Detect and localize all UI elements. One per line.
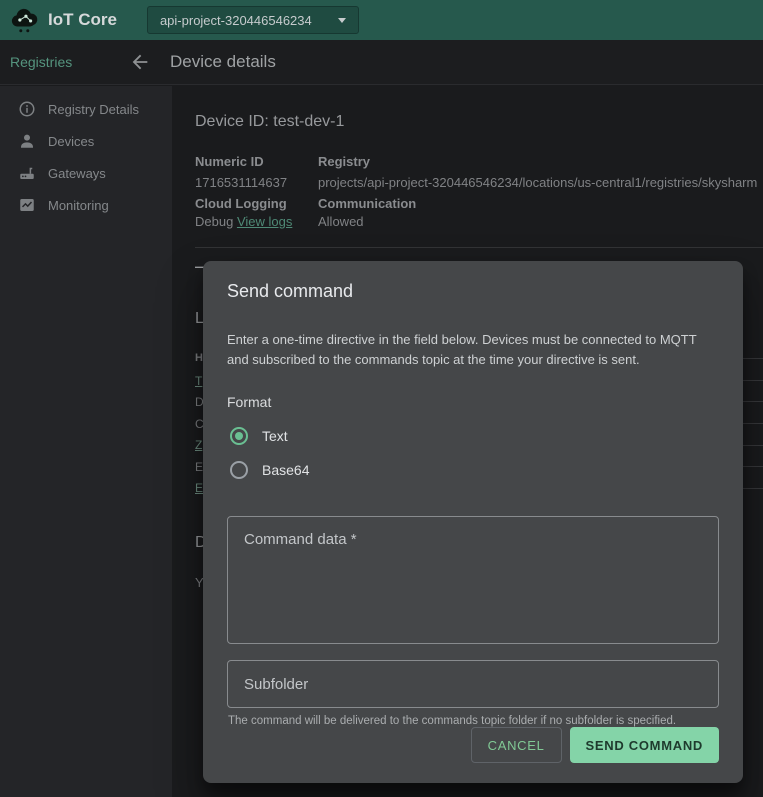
table-row-line (743, 445, 763, 446)
chart-icon (18, 196, 36, 214)
table-row-line (743, 488, 763, 489)
sidebar: Registry Details Devices Gateways Monito… (0, 86, 172, 797)
format-label: Format (227, 394, 719, 410)
table-row-fragment[interactable]: E (195, 481, 203, 495)
page-header: Registries Device details (0, 40, 763, 85)
app-title: IoT Core (48, 10, 117, 30)
topbar: IoT Core api-project-320446546234 (0, 0, 763, 40)
table-row-line (743, 401, 763, 402)
breadcrumb-registries[interactable]: Registries (10, 54, 114, 70)
back-arrow-icon (129, 51, 151, 73)
iot-core-logo-icon (8, 5, 42, 35)
chevron-down-icon (338, 18, 346, 23)
sidebar-item-label: Devices (48, 134, 94, 149)
field-value-numeric-id: 1716531114637 (195, 175, 287, 190)
info-icon (18, 100, 36, 118)
sidebar-item-gateways[interactable]: Gateways (0, 157, 172, 189)
project-selector-label: api-project-320446546234 (160, 13, 312, 28)
field-value-registry: projects/api-project-320446546234/locati… (318, 175, 763, 190)
radio-unselected-icon[interactable] (230, 461, 248, 479)
sidebar-item-monitoring[interactable]: Monitoring (0, 189, 172, 221)
dialog-actions: CANCEL SEND COMMAND (227, 727, 719, 763)
field-label-cloud-logging: Cloud Logging (195, 196, 287, 211)
subfolder-helper-text: The command will be delivered to the com… (228, 715, 719, 727)
format-option-base64[interactable]: Base64 (227, 458, 719, 482)
field-label-numeric-id: Numeric ID (195, 154, 264, 169)
cloud-logging-level: Debug (195, 214, 233, 229)
sidebar-item-registry-details[interactable]: Registry Details (0, 93, 172, 125)
table-row-fragment: E (195, 460, 203, 474)
dialog-title: Send command (227, 281, 719, 302)
dialog-description: Enter a one-time directive in the field … (227, 330, 719, 370)
sidebar-item-label: Monitoring (48, 198, 109, 213)
table-row-fragment[interactable]: T (195, 374, 202, 388)
field-value-cloud-logging: Debug View logs (195, 214, 292, 229)
table-header-fragment: H (195, 352, 203, 364)
sidebar-item-label: Registry Details (48, 102, 139, 117)
table-row-line (743, 423, 763, 424)
table-row-line (743, 358, 763, 359)
sidebar-item-devices[interactable]: Devices (0, 125, 172, 157)
cancel-button[interactable]: CANCEL (471, 727, 562, 763)
page-title: Device details (170, 52, 276, 72)
view-logs-link[interactable]: View logs (237, 214, 292, 229)
radio-selected-icon[interactable] (230, 427, 248, 445)
back-button[interactable] (122, 44, 158, 80)
table-row-line (743, 380, 763, 381)
section-divider (195, 247, 763, 248)
field-label-registry: Registry (318, 154, 370, 169)
field-value-communication: Allowed (318, 214, 364, 229)
command-data-input[interactable] (227, 516, 719, 645)
field-label-communication: Communication (318, 196, 416, 211)
sidebar-item-label: Gateways (48, 166, 106, 181)
send-command-dialog: Send command Enter a one-time directive … (203, 261, 743, 783)
radio-label: Text (262, 428, 288, 444)
person-icon (18, 132, 36, 150)
device-id-title: Device ID: test-dev-1 (195, 113, 344, 131)
table-row-line (743, 466, 763, 467)
project-selector[interactable]: api-project-320446546234 (147, 6, 359, 34)
table-row-fragment[interactable]: Z (195, 438, 202, 452)
format-option-text[interactable]: Text (227, 424, 719, 448)
send-command-button[interactable]: SEND COMMAND (570, 727, 719, 763)
router-icon (18, 164, 36, 182)
subfolder-input[interactable] (227, 660, 719, 708)
radio-label: Base64 (262, 462, 309, 478)
